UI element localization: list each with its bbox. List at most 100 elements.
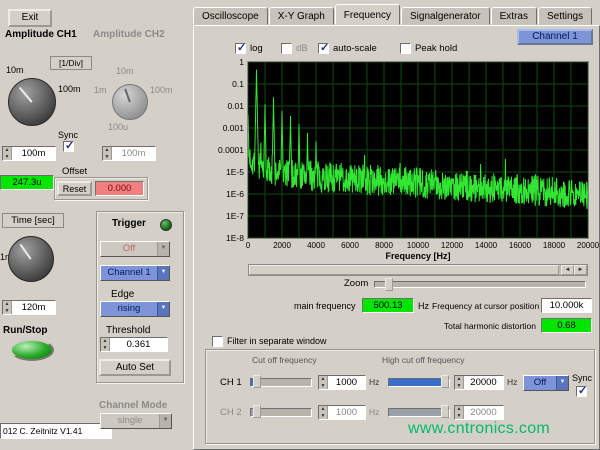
y-axis-tick-label: 1E-6 bbox=[226, 189, 244, 199]
ch2-knob-scale-label: 10m bbox=[116, 66, 134, 76]
db-checkbox[interactable] bbox=[281, 43, 292, 54]
spectrum-plot[interactable] bbox=[247, 61, 589, 239]
auto-set-button[interactable]: Auto Set bbox=[99, 359, 171, 376]
amplitude-sync-checkbox[interactable] bbox=[63, 141, 74, 152]
amplitude-ch2-knob[interactable] bbox=[112, 84, 148, 120]
chevron-down-icon: ▼ bbox=[556, 376, 568, 390]
run-stop-led-button[interactable] bbox=[10, 339, 54, 361]
trigger-mode-dropdown[interactable]: Off ▼ bbox=[100, 241, 170, 257]
ch2-scale-spinner[interactable]: ▲▼ 100m bbox=[102, 146, 156, 161]
scrollbar-right-arrow-icon[interactable]: ► bbox=[574, 265, 587, 275]
trigger-edge-dropdown[interactable]: rising ▼ bbox=[100, 301, 170, 317]
ch1-high-cutoff-spinner[interactable]: ▲▼ 20000 bbox=[454, 375, 504, 390]
slider-fill bbox=[389, 379, 449, 386]
trigger-threshold-spinner[interactable]: ▲▼ 0.361 bbox=[100, 337, 168, 352]
offset-reset-button[interactable]: Reset bbox=[57, 181, 92, 196]
spinner-arrows-icon[interactable]: ▲▼ bbox=[319, 406, 328, 419]
ch2-high-cutoff-spinner[interactable]: ▲▼ 20000 bbox=[454, 405, 504, 420]
x-axis-tick-label: 4000 bbox=[299, 241, 333, 250]
cursor-frequency-display: 10.000k bbox=[541, 298, 592, 313]
scrollbar-thumb[interactable] bbox=[249, 265, 559, 275]
trigger-threshold-label: Threshold bbox=[106, 325, 150, 336]
tab-extras[interactable]: Extras bbox=[491, 7, 537, 25]
knob-needle bbox=[124, 88, 131, 102]
tab-signalgenerator[interactable]: Signalgenerator bbox=[401, 7, 490, 25]
tab-x-y-graph[interactable]: X-Y Graph bbox=[269, 7, 334, 25]
filter-mode-dropdown[interactable]: Off ▼ bbox=[523, 375, 569, 391]
offset-value-display: 0.000 bbox=[95, 181, 144, 196]
ch1-low-cutoff-spinner[interactable]: ▲▼ 1000 bbox=[318, 375, 366, 390]
plot-h-scrollbar[interactable]: ◄ ► bbox=[248, 264, 588, 276]
x-axis-tick-label: 16000 bbox=[503, 241, 537, 250]
slider-thumb[interactable] bbox=[253, 405, 261, 418]
spinner-arrows-icon[interactable]: ▲▼ bbox=[101, 338, 110, 351]
x-axis-tick-label: 0 bbox=[231, 241, 265, 250]
spinner-arrows-icon[interactable]: ▲▼ bbox=[3, 147, 12, 160]
slider-thumb[interactable] bbox=[441, 405, 449, 418]
ch1-low-cutoff-slider[interactable] bbox=[250, 378, 312, 387]
spinner-arrows-icon[interactable]: ▲▼ bbox=[319, 376, 328, 389]
timebase-spinner[interactable]: ▲▼ 120m bbox=[2, 300, 56, 315]
filter-ch1-label: CH 1 bbox=[220, 377, 242, 388]
filter-sync-label: Sync bbox=[572, 373, 592, 383]
x-axis-tick-label: 10000 bbox=[401, 241, 435, 250]
y-axis-tick-label: 0.0001 bbox=[218, 145, 244, 155]
ch2-knob-scale-label: 100m bbox=[150, 85, 173, 95]
zoom-slider[interactable] bbox=[374, 281, 586, 288]
peak-hold-checkbox[interactable] bbox=[400, 43, 411, 54]
trigger-mode-value: Off bbox=[101, 242, 157, 256]
x-axis-title: Frequency [Hz] bbox=[248, 251, 588, 261]
ch2-low-cutoff-slider[interactable] bbox=[250, 408, 312, 417]
ch1-scale-spinner[interactable]: ▲▼ 100m bbox=[2, 146, 56, 161]
spinner-arrows-icon[interactable]: ▲▼ bbox=[103, 147, 112, 160]
slider-thumb[interactable] bbox=[253, 375, 261, 388]
y-axis-tick-label: 1E-7 bbox=[226, 211, 244, 221]
low-cutoff-header: Cut off frequency bbox=[252, 355, 317, 365]
amplitude-ch2-title: Amplitude CH2 bbox=[93, 29, 165, 40]
filter-window-checkbox[interactable] bbox=[212, 336, 223, 347]
thd-label: Total harmonic distortion bbox=[400, 321, 536, 331]
x-axis-tick-label: 14000 bbox=[469, 241, 503, 250]
knob-needle bbox=[20, 243, 32, 259]
log-checkbox-label: log bbox=[250, 43, 263, 54]
auto-scale-checkbox[interactable] bbox=[318, 43, 329, 54]
channel-mode-dropdown[interactable]: single ▼ bbox=[100, 413, 172, 429]
timebase-knob[interactable] bbox=[8, 236, 54, 282]
hz-unit-label: Hz bbox=[369, 377, 379, 387]
trigger-title: Trigger bbox=[112, 218, 146, 229]
hz-unit-label: Hz bbox=[507, 377, 517, 387]
tab-settings[interactable]: Settings bbox=[538, 7, 592, 25]
x-axis-tick-label: 18000 bbox=[537, 241, 571, 250]
soundcard-scope-window: Exit OscilloscopeX-Y GraphFrequencySigna… bbox=[0, 0, 600, 450]
spinner-arrows-icon[interactable]: ▲▼ bbox=[3, 301, 12, 314]
ch1-high-cutoff-value: 20000 bbox=[464, 376, 503, 389]
run-stop-label: Run/Stop bbox=[3, 325, 47, 336]
tab-bar: OscilloscopeX-Y GraphFrequencySignalgene… bbox=[193, 4, 593, 25]
knob-needle bbox=[19, 87, 33, 103]
spinner-arrows-icon[interactable]: ▲▼ bbox=[455, 406, 464, 419]
ch2-low-cutoff-spinner[interactable]: ▲▼ 1000 bbox=[318, 405, 366, 420]
ch1-high-cutoff-slider[interactable] bbox=[388, 378, 450, 387]
x-axis-tick-label: 8000 bbox=[367, 241, 401, 250]
spinner-arrows-icon[interactable]: ▲▼ bbox=[455, 376, 464, 389]
exit-button[interactable]: Exit bbox=[8, 9, 52, 27]
high-cutoff-header: High cut off frequency bbox=[382, 355, 465, 365]
channel-select-button[interactable]: Channel 1 bbox=[517, 29, 593, 45]
amplitude-ch1-title: Amplitude CH1 bbox=[5, 29, 77, 40]
filter-mode-value: Off bbox=[524, 376, 556, 390]
offset-title: Offset bbox=[62, 166, 87, 177]
ch2-high-cutoff-value: 20000 bbox=[464, 406, 503, 419]
chevron-down-icon: ▼ bbox=[157, 302, 169, 316]
zoom-slider-thumb[interactable] bbox=[385, 278, 393, 291]
main-frequency-unit: Hz bbox=[418, 301, 429, 311]
ch2-high-cutoff-slider[interactable] bbox=[388, 408, 450, 417]
trigger-source-dropdown[interactable]: Channel 1 ▼ bbox=[100, 265, 170, 281]
filter-sync-checkbox[interactable] bbox=[576, 386, 587, 397]
db-checkbox-label: dB bbox=[296, 43, 308, 54]
amplitude-ch1-knob[interactable] bbox=[8, 78, 56, 126]
ch2-knob-scale-label: 100u bbox=[108, 122, 128, 132]
y-axis-tick-labels: 10.10.010.0010.00011E-51E-61E-71E-8 bbox=[203, 0, 246, 250]
scrollbar-left-arrow-icon[interactable]: ◄ bbox=[561, 265, 574, 275]
slider-thumb[interactable] bbox=[441, 375, 449, 388]
tab-frequency[interactable]: Frequency bbox=[335, 4, 400, 25]
